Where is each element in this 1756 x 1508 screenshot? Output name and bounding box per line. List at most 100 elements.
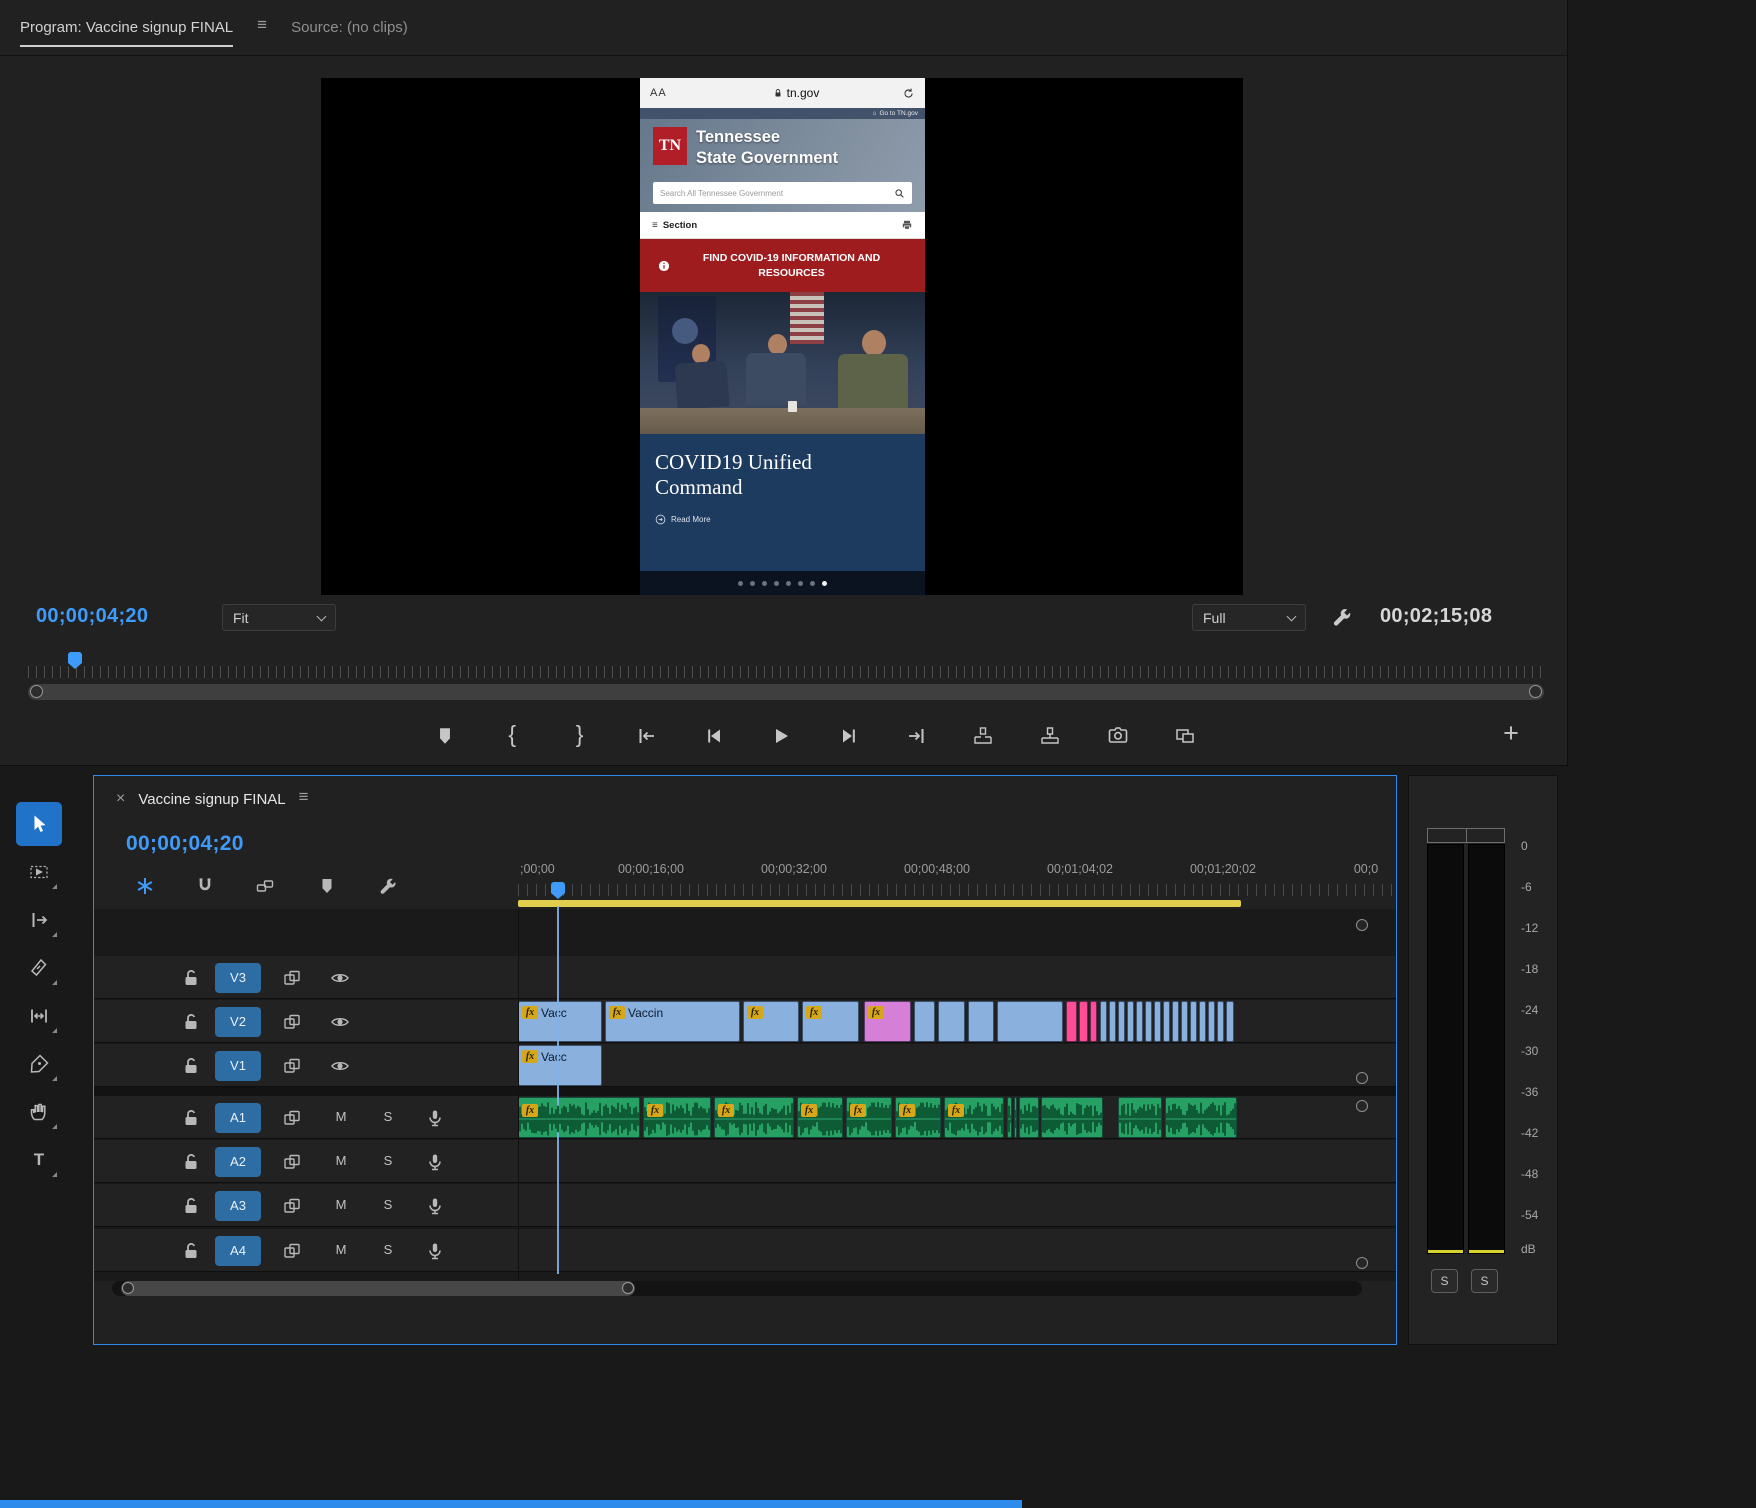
video-clip[interactable] (997, 1001, 1063, 1042)
video-clip[interactable] (1127, 1001, 1134, 1042)
linked-selection-icon[interactable] (255, 876, 275, 896)
video-clip[interactable] (1079, 1001, 1088, 1042)
playhead-line[interactable] (557, 906, 559, 1274)
fx-badge[interactable]: fx (850, 1104, 866, 1117)
sync-lock-icon[interactable] (282, 1152, 302, 1172)
video-clip[interactable] (1136, 1001, 1143, 1042)
fx-badge[interactable]: fx (647, 1104, 663, 1117)
video-clip[interactable] (1199, 1001, 1206, 1042)
track-lock-icon[interactable] (181, 1012, 201, 1032)
video-clip[interactable] (914, 1001, 935, 1042)
track-lock-icon[interactable] (181, 1196, 201, 1216)
fx-badge[interactable]: fx (899, 1104, 915, 1117)
video-clip[interactable] (1109, 1001, 1116, 1042)
mute-button[interactable]: M (330, 1194, 352, 1216)
audio-clip[interactable] (1019, 1097, 1039, 1138)
fx-badge[interactable]: fx (868, 1006, 884, 1019)
audio-clip[interactable] (1165, 1097, 1237, 1138)
v-scroll-knob[interactable] (1356, 919, 1368, 931)
solo-button[interactable]: S (377, 1239, 399, 1261)
video-clip[interactable] (1154, 1001, 1161, 1042)
scrollbar-knob-left[interactable] (30, 685, 43, 698)
comparison-view-button[interactable] (1170, 721, 1200, 751)
sync-lock-icon[interactable] (282, 1012, 302, 1032)
fx-badge[interactable]: fx (806, 1006, 822, 1019)
mark-out-button[interactable]: } (565, 721, 595, 751)
audio-clip[interactable] (1014, 1097, 1017, 1138)
slip-tool[interactable] (16, 994, 62, 1038)
nest-toggle-icon[interactable] (135, 876, 155, 896)
razor-tool[interactable] (16, 946, 62, 990)
track-lock-icon[interactable] (181, 1152, 201, 1172)
video-clip[interactable] (1090, 1001, 1097, 1042)
track-lock-icon[interactable] (181, 1108, 201, 1128)
track-target-v1[interactable]: V1 (215, 1051, 261, 1081)
audio-clip[interactable]: fx (944, 1097, 1004, 1138)
snap-magnet-icon[interactable] (195, 876, 215, 896)
lane-a4[interactable] (518, 1229, 1396, 1272)
add-marker-button[interactable] (430, 721, 460, 751)
tab-source-monitor[interactable]: Source: (no clips) (291, 19, 408, 37)
scrollbar-knob-left[interactable] (122, 1282, 134, 1294)
solo-button[interactable]: S (377, 1106, 399, 1128)
video-clip[interactable] (1163, 1001, 1170, 1042)
sync-lock-icon[interactable] (282, 968, 302, 988)
tab-program-monitor[interactable]: Program: Vaccine signup FINAL (20, 18, 234, 47)
hand-tool[interactable] (16, 1090, 62, 1134)
lane-a3[interactable] (518, 1184, 1396, 1227)
track-target-a4[interactable]: A4 (215, 1236, 261, 1266)
zoom-level-dropdown[interactable]: Fit (222, 604, 336, 631)
fx-badge[interactable]: fx (522, 1104, 538, 1117)
export-frame-button[interactable] (1103, 721, 1133, 751)
v-scroll-knob[interactable] (1356, 1100, 1368, 1112)
monitor-playhead[interactable] (68, 652, 82, 669)
audio-clip[interactable]: fx (518, 1097, 640, 1138)
audio-clip[interactable]: fx (846, 1097, 892, 1138)
fx-badge[interactable]: fx (522, 1006, 538, 1019)
video-clip[interactable] (1172, 1001, 1179, 1042)
timeline-ruler[interactable]: ;00;00 00;00;16;00 00;00;32;00 00;00;48;00 0… (518, 860, 1394, 912)
video-clip[interactable] (1100, 1001, 1107, 1042)
v-scroll-knob[interactable] (1356, 1257, 1368, 1269)
work-area-bar[interactable] (518, 900, 1241, 907)
sync-lock-icon[interactable] (282, 1108, 302, 1128)
fx-badge[interactable]: fx (747, 1006, 763, 1019)
sync-lock-icon[interactable] (282, 1196, 302, 1216)
toggle-output-eye-icon[interactable] (330, 968, 350, 988)
audio-clip[interactable]: fx (895, 1097, 941, 1138)
video-clip[interactable]: fx (864, 1001, 911, 1042)
lane-a2[interactable] (518, 1140, 1396, 1183)
step-forward-button[interactable] (834, 721, 864, 751)
scrollbar-knob-right[interactable] (1529, 685, 1542, 698)
track-lock-icon[interactable] (181, 1241, 201, 1261)
type-tool[interactable]: T (16, 1138, 62, 1182)
audio-clip[interactable] (1007, 1097, 1012, 1138)
lane-v3[interactable] (518, 956, 1396, 999)
video-clip[interactable] (938, 1001, 965, 1042)
step-back-button[interactable] (699, 721, 729, 751)
sync-lock-icon[interactable] (282, 1241, 302, 1261)
sequence-title[interactable]: Vaccine signup FINAL (138, 791, 285, 808)
video-clip[interactable] (1181, 1001, 1188, 1042)
timeline-timecode[interactable]: 00;00;04;20 (126, 832, 244, 856)
extract-button[interactable] (1035, 721, 1065, 751)
solo-button[interactable]: S (377, 1150, 399, 1172)
voiceover-mic-icon[interactable] (425, 1241, 445, 1261)
fx-badge[interactable]: fx (948, 1104, 964, 1117)
sync-lock-icon[interactable] (282, 1056, 302, 1076)
playback-resolution-dropdown[interactable]: Full (1192, 604, 1306, 631)
selection-tool[interactable] (16, 802, 62, 846)
toggle-output-eye-icon[interactable] (330, 1056, 350, 1076)
audio-clip[interactable] (1118, 1097, 1162, 1138)
video-clip[interactable] (1226, 1001, 1234, 1042)
add-marker-icon[interactable] (317, 876, 337, 896)
go-to-out-button[interactable] (901, 721, 931, 751)
lane-v2[interactable]: fx Vacc fx Vaccin fx fx fx (518, 1000, 1396, 1043)
track-lock-icon[interactable] (181, 1056, 201, 1076)
toggle-output-eye-icon[interactable] (330, 1012, 350, 1032)
mute-button[interactable]: M (330, 1239, 352, 1261)
video-clip[interactable] (1118, 1001, 1125, 1042)
mute-button[interactable]: M (330, 1106, 352, 1128)
track-target-v3[interactable]: V3 (215, 963, 261, 993)
settings-wrench-icon[interactable] (1331, 606, 1353, 628)
